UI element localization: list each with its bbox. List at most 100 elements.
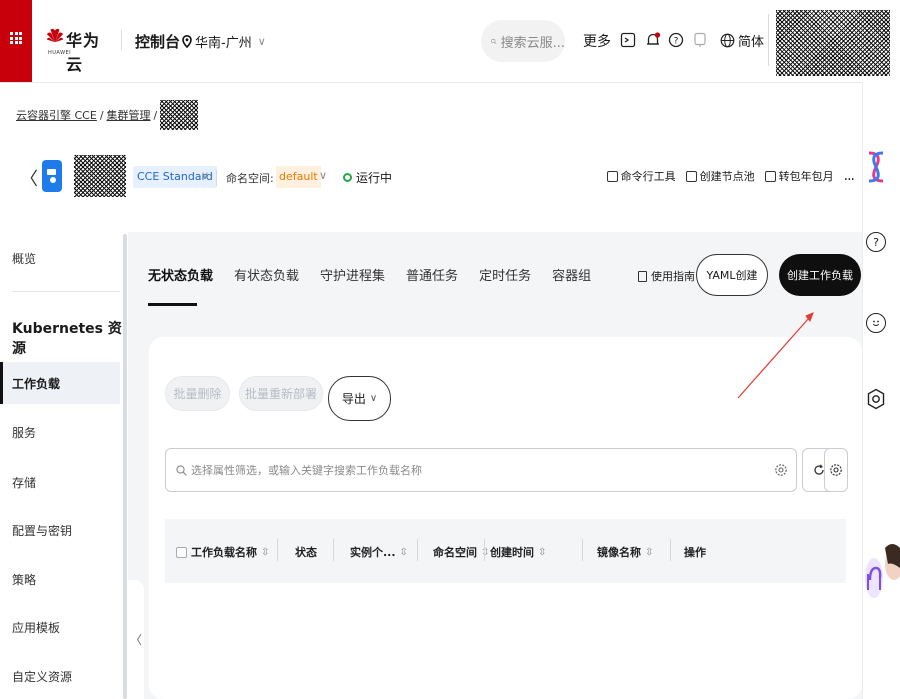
sidebar-item-overview[interactable]: 概览 bbox=[12, 250, 36, 267]
create-workload-button[interactable]: 创建工作负载 bbox=[779, 254, 861, 296]
column-label: 操作 bbox=[684, 546, 706, 559]
namespace-selector[interactable]: default bbox=[276, 166, 321, 188]
sort-icon[interactable]: ⇳ bbox=[538, 547, 546, 558]
region-label: 华南-广州 bbox=[195, 36, 252, 51]
breadcrumb-cce-link[interactable]: 云容器引擎 CCE bbox=[16, 107, 97, 123]
sidebar-item-workloads[interactable]: 工作负载 bbox=[0, 362, 120, 404]
tab-pods[interactable]: 容器组 bbox=[552, 265, 591, 284]
sort-icon[interactable]: ⇳ bbox=[400, 547, 408, 558]
sidebar-item-custom-resources[interactable]: 自定义资源 bbox=[12, 668, 72, 685]
column-label: 实例个... bbox=[350, 546, 396, 559]
chevron-down-icon[interactable]: ∨ bbox=[201, 169, 209, 182]
language-selector[interactable]: 简体 bbox=[720, 31, 764, 50]
redacted-account[interactable] bbox=[776, 10, 890, 76]
region-selector[interactable]: 华南-广州 ∨ bbox=[182, 32, 266, 51]
table-settings-button[interactable] bbox=[824, 448, 848, 492]
column-instances[interactable]: 实例个... ⇳ bbox=[350, 544, 408, 560]
cluster-header: 〈 CCE Standard ∨ 命名空间: default ∨ 运行中 命令行… bbox=[0, 150, 862, 206]
filter-search-input[interactable]: 选择属性筛选，或输入关键字搜索工作负载名称 bbox=[165, 448, 797, 492]
chevron-left-icon: 〈 bbox=[129, 633, 142, 647]
column-divider bbox=[417, 539, 418, 561]
active-indicator bbox=[0, 362, 3, 404]
column-created-time[interactable]: 创建时间 ⇳ bbox=[490, 544, 546, 560]
tab-daemonsets[interactable]: 守护进程集 bbox=[320, 265, 385, 284]
batch-redeploy-button[interactable]: 批量重新部署 bbox=[239, 376, 323, 411]
breadcrumb-cluster-management-link[interactable]: 集群管理 bbox=[107, 107, 151, 123]
tab-jobs[interactable]: 普通任务 bbox=[406, 265, 458, 284]
column-status: 状态 bbox=[295, 544, 317, 560]
workload-tabs: 无状态负载 有状态负载 守护进程集 普通任务 定时任务 容器组 bbox=[148, 265, 612, 284]
column-label: 命名空间 bbox=[433, 546, 477, 559]
more-menu[interactable]: 更多 bbox=[583, 31, 611, 51]
settings-icon bbox=[830, 464, 842, 476]
divider bbox=[768, 14, 769, 66]
breadcrumb-separator: / bbox=[99, 108, 104, 122]
svg-text:?: ? bbox=[674, 37, 679, 47]
bell-icon[interactable] bbox=[645, 32, 661, 48]
search-icon bbox=[176, 464, 187, 476]
search-icon bbox=[491, 38, 497, 44]
redacted-cluster-name bbox=[160, 100, 199, 130]
settings-icon[interactable] bbox=[774, 463, 788, 477]
global-search-input[interactable]: 搜索云服... bbox=[481, 20, 565, 62]
terminal-icon[interactable] bbox=[620, 32, 636, 48]
sidebar-group-kubernetes: Kubernetes 资源 bbox=[12, 321, 122, 357]
create-node-pool-button[interactable]: 创建节点池 bbox=[685, 168, 755, 184]
cluster-status-label: 运行中 bbox=[356, 171, 393, 185]
active-tab-indicator bbox=[148, 303, 197, 306]
tab-deployments[interactable]: 无状态负载 bbox=[148, 265, 213, 284]
sort-icon[interactable]: ⇳ bbox=[261, 547, 269, 558]
cluster-status: 运行中 bbox=[343, 169, 392, 186]
feedback-smile-icon[interactable] bbox=[866, 313, 886, 333]
kubectl-tool-button[interactable]: 命令行工具 bbox=[606, 168, 676, 184]
more-actions-button[interactable]: ... bbox=[844, 168, 855, 184]
checkbox-icon[interactable] bbox=[176, 546, 187, 558]
collapse-sidebar-button[interactable]: 〈 bbox=[128, 580, 144, 699]
back-chevron-icon[interactable]: 〈 bbox=[20, 165, 38, 191]
service-menu-button[interactable] bbox=[0, 0, 32, 82]
yaml-create-button[interactable]: YAML创建 bbox=[696, 254, 768, 296]
sidebar-item-config-secrets[interactable]: 配置与密钥 bbox=[12, 522, 72, 539]
language-label: 简体 bbox=[738, 35, 765, 50]
usage-guide-link[interactable]: 使用指南 bbox=[638, 268, 695, 284]
column-divider bbox=[484, 539, 485, 561]
node-pool-icon bbox=[685, 170, 697, 182]
chat-assistant-icon[interactable] bbox=[862, 538, 900, 600]
column-actions: 操作 bbox=[684, 544, 706, 560]
left-sidebar: 概览 Kubernetes 资源 工作负载 服务 存储 配置与密钥 策略 应用模… bbox=[0, 232, 127, 699]
help-icon[interactable]: ? bbox=[668, 32, 684, 48]
help-icon[interactable]: ? bbox=[866, 232, 886, 252]
batch-delete-button[interactable]: 批量删除 bbox=[165, 376, 230, 411]
sidebar-item-services[interactable]: 服务 bbox=[12, 424, 36, 441]
ai-assistant-icon[interactable] bbox=[866, 150, 886, 184]
sort-icon[interactable]: ⇳ bbox=[645, 547, 653, 558]
column-name[interactable]: 工作负载名称 ⇳ bbox=[176, 544, 269, 560]
feedback-icon[interactable] bbox=[692, 32, 708, 48]
console-link[interactable]: 控制台 bbox=[135, 31, 180, 52]
divider bbox=[216, 170, 217, 186]
tab-statefulsets[interactable]: 有状态负载 bbox=[234, 265, 299, 284]
top-navigation-bar: 华为云 HUAWEI 控制台 华南-广州 ∨ 搜索云服... 更多 ? 简体 bbox=[0, 0, 900, 82]
convert-yearly-monthly-button[interactable]: 转包年包月 bbox=[764, 168, 834, 184]
column-image-name[interactable]: 镜像名称 ⇳ bbox=[597, 544, 653, 560]
breadcrumb-separator: / bbox=[153, 108, 158, 122]
export-button[interactable]: 导出 ∨ bbox=[328, 376, 391, 421]
sort-icon[interactable]: ⇳ bbox=[481, 547, 489, 558]
settings-icon[interactable] bbox=[866, 388, 886, 410]
column-divider bbox=[582, 539, 583, 561]
export-label: 导出 bbox=[341, 392, 366, 406]
redacted-cluster-title bbox=[74, 155, 126, 197]
sidebar-scrollbar[interactable] bbox=[123, 234, 127, 699]
sidebar-item-app-templates[interactable]: 应用模板 bbox=[12, 619, 60, 636]
tab-cronjobs[interactable]: 定时任务 bbox=[479, 265, 531, 284]
huawei-logo[interactable]: 华为云 HUAWEI bbox=[44, 24, 106, 74]
location-pin-icon bbox=[182, 35, 192, 48]
column-namespace[interactable]: 命名空间 ⇳ bbox=[433, 544, 489, 560]
namespace-label: 命名空间: bbox=[226, 172, 274, 185]
sidebar-item-storage[interactable]: 存储 bbox=[12, 474, 36, 491]
sidebar-item-policies[interactable]: 策略 bbox=[12, 571, 36, 588]
column-divider bbox=[333, 539, 334, 561]
chevron-down-icon: ∨ bbox=[257, 35, 266, 48]
calendar-icon bbox=[764, 170, 776, 182]
chevron-down-icon[interactable]: ∨ bbox=[319, 169, 327, 182]
